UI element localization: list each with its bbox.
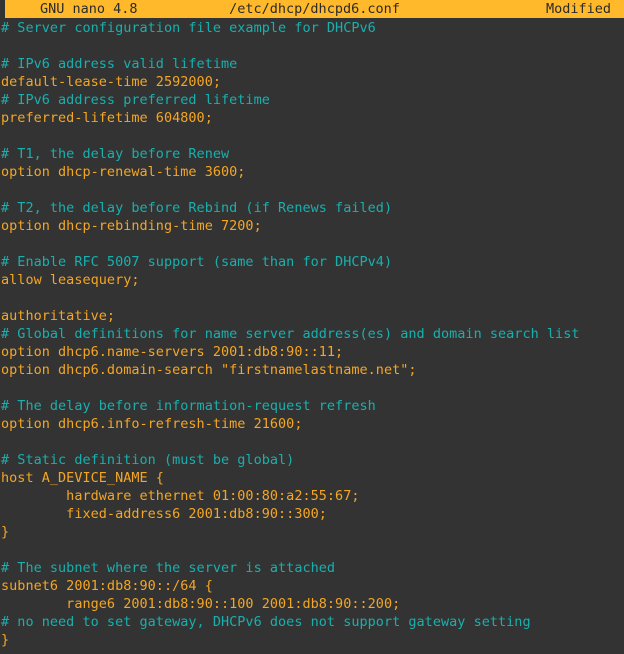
editor-line[interactable] [0,379,624,397]
editor-line[interactable]: # Static definition (must be global) [0,451,624,469]
editor-line[interactable]: subnet6 2001:db8:90::/64 { [0,577,624,595]
editor-line[interactable]: } [0,523,624,541]
nano-editor-window: GNU nano 4.8 /etc/dhcp/dhcpd6.conf Modif… [0,0,624,654]
editor-line[interactable] [0,541,624,559]
editor-line[interactable]: option dhcp-renewal-time 3600; [0,163,624,181]
editor-line[interactable]: host A_DEVICE_NAME { [0,469,624,487]
editor-line[interactable]: # no need to set gateway, DHCPv6 does no… [0,613,624,631]
editor-line[interactable] [0,433,624,451]
editor-line[interactable] [0,235,624,253]
editor-line[interactable] [0,127,624,145]
editor-line[interactable]: # IPv6 address preferred lifetime [0,91,624,109]
editor-line[interactable]: default-lease-time 2592000; [0,73,624,91]
editor-line[interactable]: option dhcp6.name-servers 2001:db8:90::1… [0,343,624,361]
editor-line[interactable]: range6 2001:db8:90::100 2001:db8:90::200… [0,595,624,613]
editor-text-area[interactable]: # Server configuration file example for … [0,19,624,654]
editor-line[interactable] [0,289,624,307]
editor-line[interactable] [0,181,624,199]
titlebar: GNU nano 4.8 /etc/dhcp/dhcpd6.conf Modif… [5,0,624,18]
editor-line[interactable]: fixed-address6 2001:db8:90::300; [0,505,624,523]
editor-line[interactable]: hardware ethernet 01:00:80:a2:55:67; [0,487,624,505]
editor-line[interactable]: option dhcp6.info-refresh-time 21600; [0,415,624,433]
editor-line[interactable]: # The delay before information-request r… [0,397,624,415]
editor-line[interactable]: # Server configuration file example for … [0,19,624,37]
editor-line[interactable]: authoritative; [0,307,624,325]
editor-line[interactable]: option dhcp-rebinding-time 7200; [0,217,624,235]
editor-line[interactable]: # T1, the delay before Renew [0,145,624,163]
editor-line[interactable]: # IPv6 address valid lifetime [0,55,624,73]
editor-line[interactable]: # Global definitions for name server add… [0,325,624,343]
editor-line[interactable]: preferred-lifetime 604800; [0,109,624,127]
editor-line[interactable] [0,37,624,55]
editor-line[interactable]: option dhcp6.domain-search "firstnamelas… [0,361,624,379]
file-path-label: /etc/dhcp/dhcpd6.conf [229,1,400,17]
editor-line[interactable]: # Enable RFC 5007 support (same than for… [0,253,624,271]
modified-status-label: Modified [545,1,611,17]
editor-line[interactable]: allow leasequery; [0,271,624,289]
editor-line[interactable]: # The subnet where the server is attache… [0,559,624,577]
editor-line[interactable]: } [0,631,624,649]
editor-line[interactable]: # T2, the delay before Rebind (if Renews… [0,199,624,217]
